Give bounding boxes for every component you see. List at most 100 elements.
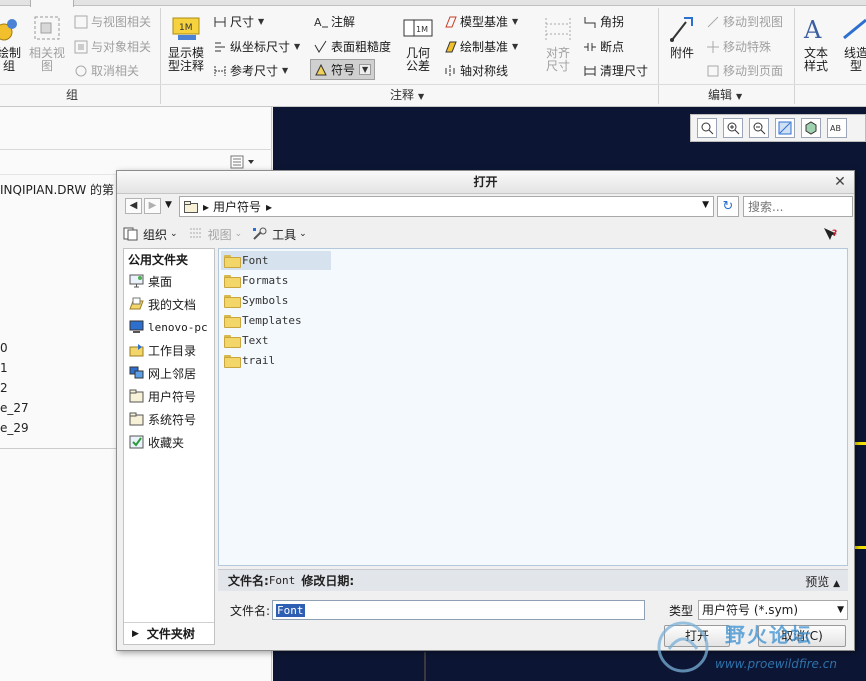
move-special-button[interactable]: 移动特殊 <box>706 38 771 55</box>
organize-menu[interactable]: 组织 ⌄ <box>123 226 178 243</box>
move-to-page-button[interactable]: 移动到页面 <box>706 62 783 79</box>
axis-symmetric-button[interactable]: 轴对称线 <box>443 62 508 79</box>
chevron-down-icon: ▼ <box>294 42 301 51</box>
geometric-tolerance-button[interactable]: 1M 几何 公差 <box>400 14 436 73</box>
reference-dimension-label: 参考尺寸 <box>230 64 279 78</box>
folder-icon <box>224 295 241 308</box>
tree-item[interactable]: 2 <box>0 381 8 395</box>
svg-text:1M: 1M <box>179 23 193 33</box>
tree-item[interactable]: e_27 <box>0 401 29 415</box>
related-view-button[interactable]: 相关视 图 <box>27 14 67 73</box>
move-to-view-button[interactable]: 移动到视图 <box>706 13 783 30</box>
file-item-formats[interactable]: Formats <box>221 271 331 290</box>
text-style-button[interactable]: A 文本 样式 <box>798 14 834 73</box>
group-label-group: 组 <box>66 88 79 102</box>
sidebar-item-user-symbols[interactable]: 用户符号 <box>129 387 196 405</box>
close-icon[interactable]: ✕ <box>832 174 848 190</box>
history-dropdown-icon[interactable]: ▼ <box>165 200 172 210</box>
model-datum-button[interactable]: 模型基准 ▼ <box>443 13 518 30</box>
view-icon <box>188 227 204 241</box>
breakpoint-button[interactable]: 断点 <box>583 38 624 55</box>
annotation-display-icon[interactable]: AB <box>827 118 847 138</box>
sidebar-item-my-documents[interactable]: 我的文档 <box>129 295 196 313</box>
zoom-out-icon[interactable] <box>749 118 769 138</box>
zoom-in-icon[interactable] <box>723 118 743 138</box>
surface-finish-button[interactable]: 表面粗糙度 <box>314 38 391 55</box>
with-view-related-button[interactable]: 与视图相关 <box>74 13 151 30</box>
search-input[interactable] <box>743 196 853 217</box>
display-style-icon[interactable] <box>801 118 821 138</box>
file-item-label: trail <box>242 354 276 367</box>
align-dimension-button[interactable]: 对齐 尺寸 <box>540 14 576 73</box>
filename-input[interactable]: Font <box>272 600 645 620</box>
address-bar[interactable]: ▸ 用户符号 ▸ ▼ <box>179 196 714 217</box>
cleanup-dimension-button[interactable]: 清理尺寸 <box>583 62 648 79</box>
forward-icon[interactable]: ▶ <box>144 198 161 214</box>
refresh-icon[interactable]: ↻ <box>717 196 739 217</box>
line-style-button[interactable]: 线造 型 <box>838 14 866 73</box>
sidebar-item-work-directory[interactable]: 工作目录 <box>129 341 196 359</box>
tools-icon <box>252 227 268 241</box>
chevron-down-icon: ⌄ <box>170 229 178 239</box>
back-icon[interactable]: ◀ <box>125 198 142 214</box>
ordinate-dimension-icon <box>213 40 227 54</box>
cleanup-dimension-label: 清理尺寸 <box>600 64 649 78</box>
symbol-button[interactable]: 符号 ▼ <box>310 59 376 80</box>
group-label-annotation[interactable]: 注释 ▼ <box>390 86 424 103</box>
attachment-label: 附件 <box>669 46 694 60</box>
with-object-related-button[interactable]: 与对象相关 <box>74 38 151 55</box>
reference-dimension-button[interactable]: 参考尺寸 ▼ <box>213 62 288 79</box>
move-to-view-label: 移动到视图 <box>723 15 784 29</box>
sidebar-item-network[interactable]: 网上邻居 <box>129 364 196 382</box>
file-item-trail[interactable]: trail <box>221 351 331 370</box>
ribbon-tab-active[interactable] <box>30 0 74 7</box>
ribbon-group-strip <box>0 84 866 85</box>
dimension-button[interactable]: 尺寸 ▼ <box>213 13 264 30</box>
folder-tree-toggle[interactable]: ▶ 文件夹树 <box>124 622 214 644</box>
draw-group-button[interactable]: 绘制 组 <box>0 14 24 73</box>
tools-menu[interactable]: 工具 ⌄ <box>252 226 307 243</box>
file-item-label: Symbols <box>242 294 289 307</box>
file-item-templates[interactable]: Templates <box>221 311 331 330</box>
ribbon-separator <box>658 8 659 104</box>
filename-value: Font <box>276 603 305 617</box>
dialog-title: 打开 <box>117 171 854 194</box>
sidebar-item-system-symbols[interactable]: 系统符号 <box>129 410 196 428</box>
address-dropdown-icon[interactable]: ▼ <box>702 200 709 210</box>
jog-button[interactable]: 角拐 <box>583 13 624 30</box>
note-button[interactable]: A 注解 <box>314 13 355 30</box>
organize-icon <box>123 227 139 241</box>
file-item-label: Text <box>242 334 269 347</box>
group-label-edit[interactable]: 编辑 ▼ <box>708 86 742 103</box>
show-model-annotation-button[interactable]: 1M 显示模 型注释 <box>164 14 208 73</box>
view-menu[interactable]: 视图 ⌄ <box>188 226 242 243</box>
draw-datum-button[interactable]: 绘制基准 ▼ <box>443 38 518 55</box>
related-view-label: 相关视 图 <box>28 46 65 73</box>
note-icon: A <box>314 15 328 29</box>
preview-toggle[interactable]: 预览 ▲ <box>805 573 840 590</box>
file-item-symbols[interactable]: Symbols <box>221 291 331 310</box>
attachment-button[interactable]: 附件 <box>664 14 700 60</box>
sidebar-item-computer[interactable]: lenovo-pc <box>129 318 208 336</box>
tree-item[interactable]: 1 <box>0 361 8 375</box>
chevron-down-icon[interactable]: ▼ <box>359 64 372 75</box>
folder-sidebar: 公用文件夹 桌面 我的文档 lenovo-pc 工作目录 网上邻居 用户符号 系… <box>123 248 215 645</box>
file-item-text[interactable]: Text <box>221 331 331 350</box>
ribbon-tab-strip <box>0 0 866 6</box>
sidebar-item-desktop[interactable]: 桌面 <box>129 272 172 290</box>
tree-item[interactable]: 0 <box>0 341 8 355</box>
tree-item[interactable]: e_29 <box>0 421 29 435</box>
file-item-font[interactable]: Font <box>221 251 331 270</box>
show-model-annotation-label: 显示模 型注释 <box>167 46 204 73</box>
help-icon[interactable]: ? <box>822 226 840 245</box>
ordinate-dimension-button[interactable]: 纵坐标尺寸 ▼ <box>213 38 300 55</box>
organize-label: 组织 <box>143 227 168 242</box>
cancel-related-button[interactable]: 取消相关 <box>74 62 139 79</box>
sidebar-item-favorites[interactable]: 收藏夹 <box>129 433 184 451</box>
refit-icon[interactable] <box>697 118 717 138</box>
address-path-segment[interactable]: 用户符号 <box>213 198 261 215</box>
cancel-related-icon <box>74 64 88 78</box>
repaint-icon[interactable] <box>775 118 795 138</box>
file-type-select[interactable]: 用户符号 (*.sym) ▼ <box>698 600 848 620</box>
system-symbol-icon <box>129 412 144 426</box>
